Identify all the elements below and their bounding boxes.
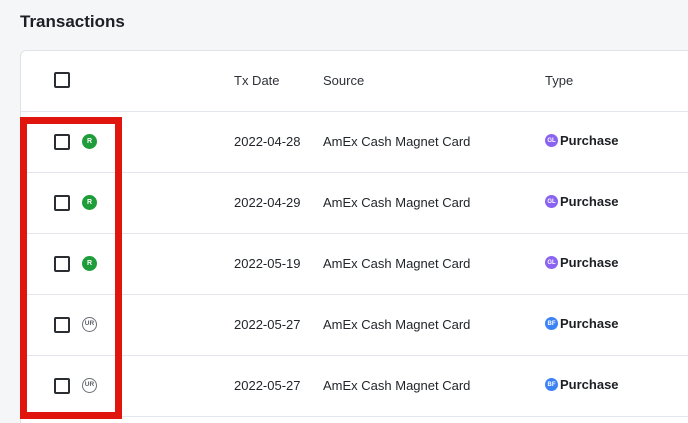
table-row[interactable]: R 2022-04-29 AmEx Cash Magnet Card GL Pu… [21,173,688,234]
row-checkbox[interactable] [54,317,70,333]
row-checkbox[interactable] [54,256,70,272]
source-cell: AmEx Cash Magnet Card [323,195,471,210]
type-cell: BF Purchase [545,377,619,392]
transactions-page: Transactions Tx Date Source Type R 2022-… [0,0,688,423]
type-label: Purchase [560,133,619,148]
gl-badge-icon: GL [545,134,558,147]
type-label: Purchase [560,377,619,392]
page-title: Transactions [20,12,125,31]
source-cell: AmEx Cash Magnet Card [323,256,471,271]
type-cell: GL Purchase [545,255,619,270]
table-row[interactable]: UR 2022-05-27 AmEx Cash Magnet Card BF P… [21,295,688,356]
bf-badge-icon: BF [545,378,558,391]
type-label: Purchase [560,255,619,270]
tx-date-cell: 2022-04-28 [234,134,301,149]
row-checkbox[interactable] [54,378,70,394]
type-label: Purchase [560,194,619,209]
select-all-checkbox[interactable] [54,72,70,88]
table-header-row: Tx Date Source Type [21,51,688,112]
row-checkbox[interactable] [54,134,70,150]
type-label: Purchase [560,316,619,331]
type-cell: GL Purchase [545,133,619,148]
table-row[interactable]: R 2022-04-28 AmEx Cash Magnet Card GL Pu… [21,112,688,173]
table-row[interactable]: R 2022-05-19 AmEx Cash Magnet Card GL Pu… [21,234,688,295]
bf-badge-icon: BF [545,317,558,330]
tx-date-cell: 2022-04-29 [234,195,301,210]
source-cell: AmEx Cash Magnet Card [323,378,471,393]
column-header-tx-date[interactable]: Tx Date [234,73,280,88]
transactions-table: Tx Date Source Type R 2022-04-28 AmEx Ca… [20,50,688,423]
type-cell: BF Purchase [545,316,619,331]
table-row[interactable]: UR 2022-05-27 AmEx Cash Magnet Card BF P… [21,356,688,417]
unreconciled-status-icon: UR [82,317,97,332]
reconciled-status-icon: R [82,256,97,271]
source-cell: AmEx Cash Magnet Card [323,317,471,332]
tx-date-cell: 2022-05-27 [234,317,301,332]
source-cell: AmEx Cash Magnet Card [323,134,471,149]
gl-badge-icon: GL [545,256,558,269]
unreconciled-status-icon: UR [82,378,97,393]
type-cell: GL Purchase [545,194,619,209]
reconciled-status-icon: R [82,195,97,210]
column-header-source[interactable]: Source [323,73,364,88]
column-header-type[interactable]: Type [545,73,573,88]
tx-date-cell: 2022-05-27 [234,378,301,393]
gl-badge-icon: GL [545,195,558,208]
reconciled-status-icon: R [82,134,97,149]
row-checkbox[interactable] [54,195,70,211]
tx-date-cell: 2022-05-19 [234,256,301,271]
